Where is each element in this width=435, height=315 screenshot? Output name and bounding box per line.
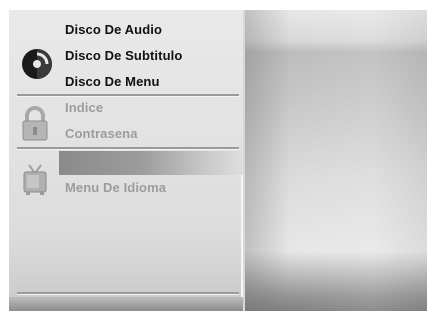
tv-icon: [23, 164, 47, 195]
menu-item-indice[interactable]: Indice: [65, 100, 103, 115]
menu-item-disco-de-menu[interactable]: Disco De Menu: [65, 74, 159, 89]
bottom-divider: [17, 292, 239, 295]
menu-item-disco-de-audio[interactable]: Disco De Audio: [65, 22, 162, 37]
lock-icon: [22, 106, 48, 141]
osd-screen: Disco De Audio Disco De Subtitulo Disco …: [9, 10, 427, 311]
section-divider: [17, 147, 239, 150]
disc-icon: [22, 49, 52, 79]
section-divider: [17, 94, 239, 97]
menu-item-disco-de-subtitulo[interactable]: Disco De Subtitulo: [65, 48, 182, 63]
options-panel: [245, 10, 427, 311]
panel-divider: [241, 175, 243, 311]
menu-item-contrasena[interactable]: Contrasena: [65, 126, 138, 141]
menu-item-menu-de-idioma[interactable]: Menu De Idioma: [65, 180, 166, 195]
bottom-bar: [9, 297, 243, 311]
selection-highlight[interactable]: [59, 151, 243, 175]
setup-menu-panel: Disco De Audio Disco De Subtitulo Disco …: [9, 10, 243, 311]
